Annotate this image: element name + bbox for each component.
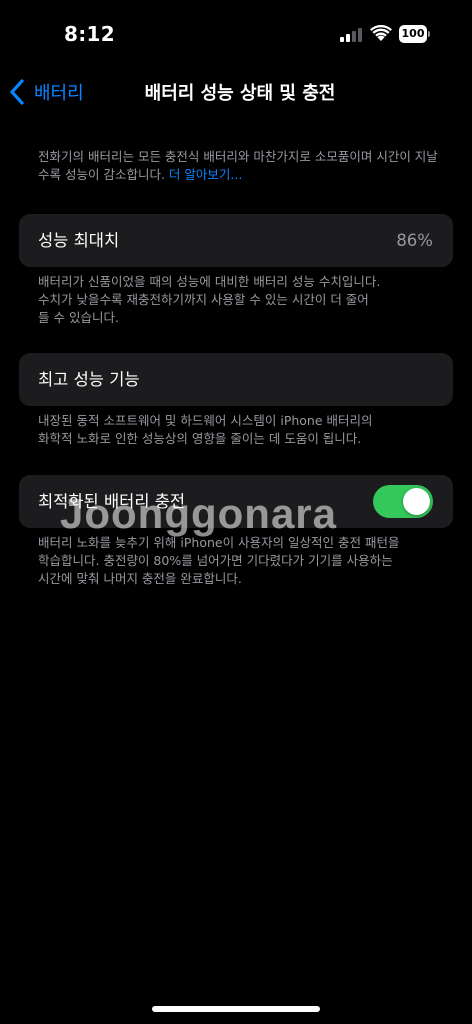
cellular-signal-icon [340,27,364,42]
desc-line: 화학적 노화로 인한 성능상의 영향을 줄이는 데 도움이 됩니다. [38,431,362,446]
desc-line: 배터리가 신품이었을 때의 성능에 대비한 배터리 성능 수치입니다. [38,274,381,289]
home-indicator[interactable] [152,1006,320,1012]
optimized-charging-label: 최적화된 배터리 충전 [38,492,186,511]
battery-level: 100 [399,25,427,43]
navigation-bar: 배터리 배터리 성능 상태 및 충전 [0,70,472,114]
learn-more-link[interactable]: 더 알아보기... [169,167,242,182]
optimized-charging-description: 배터리 노화를 늦추기 위해 iPhone이 사용자의 일상적인 충전 패턴을 … [38,534,448,588]
optimized-charging-row: 최적화된 배터리 충전 [19,475,453,528]
optimized-charging-toggle[interactable] [373,485,433,518]
maximum-capacity-label: 성능 최대치 [38,231,120,250]
battery-icon: 100 [399,25,431,43]
intro-description: 전화기의 배터리는 모든 충전식 배터리와 마찬가지로 소모품이며 시간이 지날… [38,148,448,184]
toggle-knob [403,488,430,515]
peak-performance-label: 최고 성능 기능 [38,370,140,389]
wifi-icon [370,25,392,41]
desc-line: 수치가 낮을수록 재충전하기까지 사용할 수 있는 시간이 더 줄어 [38,292,369,307]
desc-line: 들 수 있습니다. [38,310,119,325]
page-title: 배터리 성능 상태 및 충전 [144,83,336,104]
desc-line: 배터리 노화를 늦추기 위해 iPhone이 사용자의 일상적인 충전 패턴을 [38,535,400,550]
maximum-capacity-description: 배터리가 신품이었을 때의 성능에 대비한 배터리 성능 수치입니다. 수치가 … [38,273,448,327]
desc-line: 학습합니다. 충전량이 80%를 넘어가면 기다렸다가 기기를 사용하는 [38,553,393,568]
maximum-capacity-value: 86% [396,231,433,250]
desc-line: 내장된 동적 소프트웨어 및 하드웨어 시스템이 iPhone 배터리의 [38,413,373,428]
desc-line: 시간에 맞춰 나머지 충전을 완료합니다. [38,571,242,586]
maximum-capacity-row: 성능 최대치 86% [19,214,453,267]
peak-performance-row[interactable]: 최고 성능 기능 [19,353,453,406]
peak-performance-description: 내장된 동적 소프트웨어 및 하드웨어 시스템이 iPhone 배터리의 화학적… [38,412,448,448]
status-bar: 8:12 100 [0,0,472,70]
status-time: 8:12 [64,22,115,46]
